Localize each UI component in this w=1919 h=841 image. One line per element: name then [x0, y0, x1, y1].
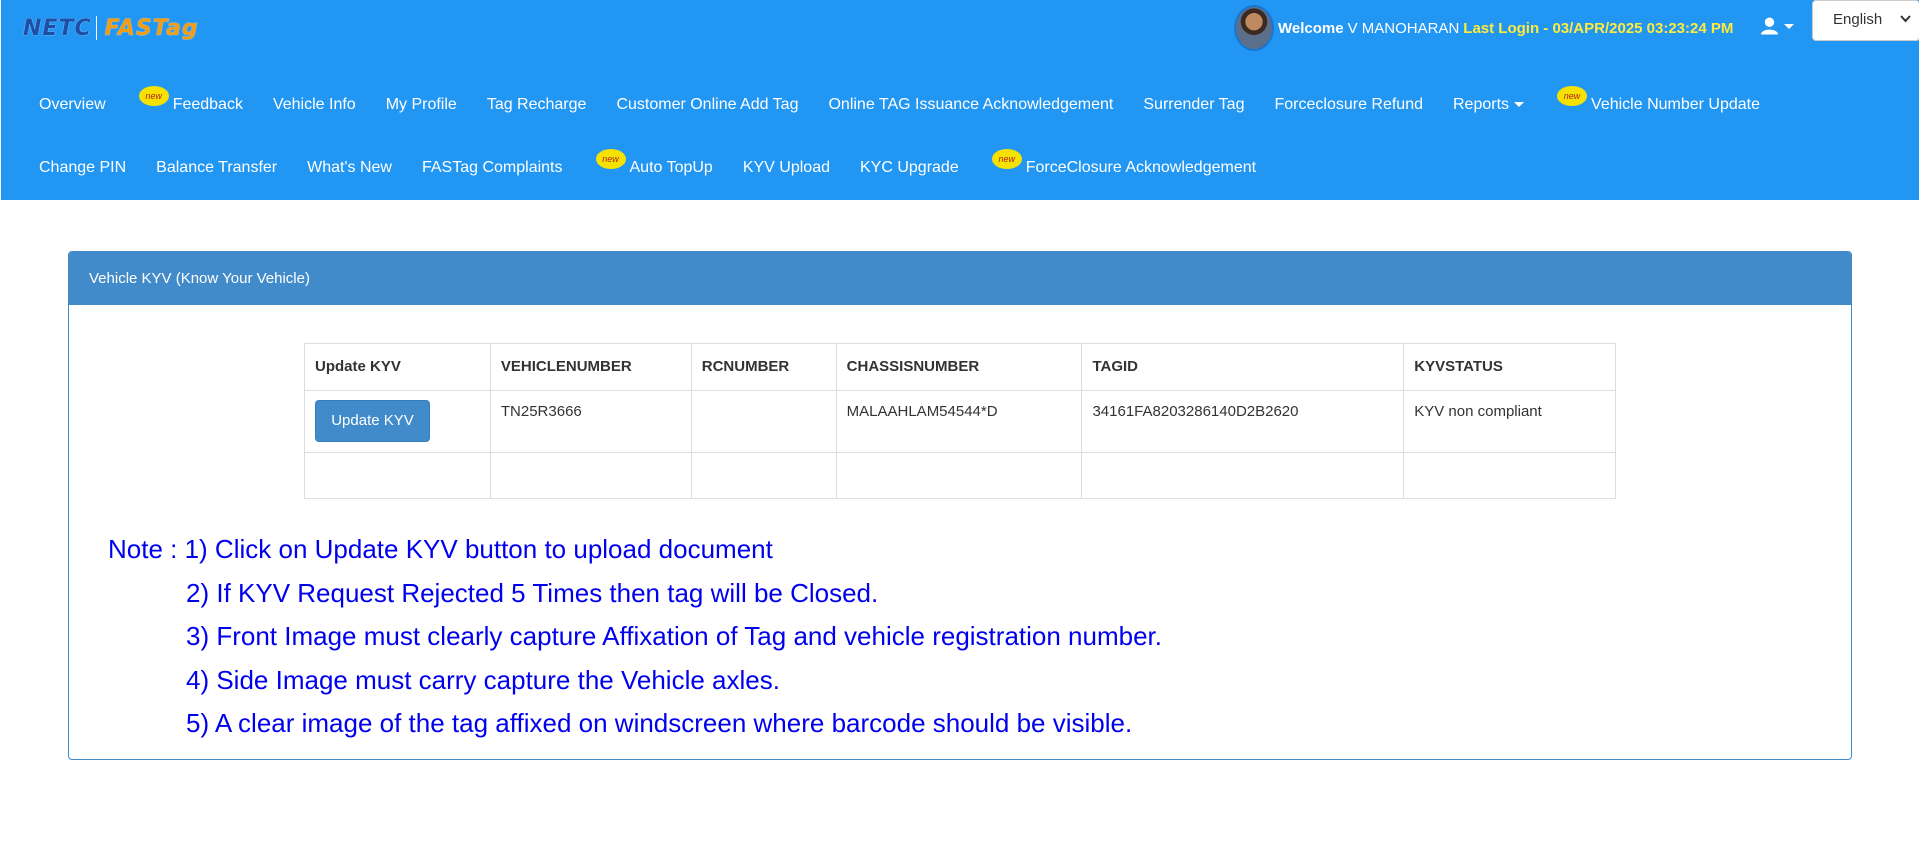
nav-label: Feedback	[172, 96, 243, 113]
cell-rc-number	[690, 390, 837, 453]
avatar	[1234, 5, 1274, 51]
nav-label: KYV Upload	[742, 159, 830, 176]
table-header-row: Update KYV VEHICLENUMBER RCNUMBER CHASSI…	[304, 343, 1616, 391]
last-login: Last Login - 03/APR/2025 03:23:24 PM	[1463, 19, 1734, 37]
cell-tag-id: 34161FA8203286140D2B2620	[1081, 390, 1405, 453]
nav-feedback[interactable]: new Feedback	[121, 86, 258, 118]
nav-label: Reports	[1453, 96, 1510, 113]
nav-label: Vehicle Number Update	[1591, 96, 1761, 113]
new-badge-icon: new	[595, 149, 626, 169]
kyv-table: Update KYV VEHICLENUMBER RCNUMBER CHASSI…	[304, 343, 1616, 499]
col-header-tag-id: TAGID	[1081, 343, 1405, 391]
nav-label: Forceclosure Refund	[1274, 96, 1423, 113]
netc-fastag-logo[interactable]: NETC FASTag	[23, 14, 199, 42]
nav-auto-topup[interactable]: new Auto TopUp	[578, 149, 728, 181]
nav-balance-transfer[interactable]: Balance Transfer	[141, 155, 292, 181]
note-line-3: 3) Front Image must clearly capture Affi…	[186, 621, 1162, 651]
chevron-down-icon	[1514, 102, 1525, 108]
top-navbar: NETC FASTag Welcome V MANOHARAN Last Log…	[1, 0, 1919, 200]
nav-forceclosure-ack[interactable]: new ForceClosure Acknowledgement	[974, 149, 1271, 181]
new-badge-icon: new	[991, 149, 1022, 169]
col-header-kyv-status: KYVSTATUS	[1403, 343, 1616, 391]
welcome-label: Welcome	[1278, 19, 1344, 37]
kyv-notes: Note : 1) Click on Update KYV button to …	[108, 528, 1162, 746]
chevron-down-icon	[1900, 15, 1911, 23]
nav-label: Overview	[39, 96, 106, 113]
nav-forceclosure-refund[interactable]: Forceclosure Refund	[1259, 92, 1438, 118]
nav-kyv-upload[interactable]: KYV Upload	[728, 155, 845, 181]
nav-reports-dropdown[interactable]: Reports	[1438, 92, 1539, 118]
user-icon	[1760, 17, 1779, 35]
nav-label: Balance Transfer	[156, 159, 278, 176]
col-header-update-kyv: Update KYV	[304, 343, 491, 391]
nav-vehicle-number-update[interactable]: new Vehicle Number Update	[1539, 86, 1775, 118]
nav-label: Tag Recharge	[486, 96, 587, 113]
netc-logo: NETC	[23, 15, 92, 41]
table-row: Update KYV TN25R3666 MALAAHLAM54544*D 34…	[304, 390, 1616, 453]
table-row-empty	[304, 452, 1616, 499]
nav-label: Surrender Tag	[1143, 96, 1245, 113]
cell-update-kyv: Update KYV	[304, 390, 491, 453]
nav-label: Online TAG Issuance Acknowledgement	[828, 96, 1114, 113]
nav-label: What's New	[307, 159, 392, 176]
fastag-logo: FASTag	[104, 15, 199, 41]
cell-kyv-status: KYV non compliant	[1403, 390, 1616, 453]
nav-fastag-complaints[interactable]: FASTag Complaints	[407, 155, 578, 181]
note-line-1: Note : 1) Click on Update KYV button to …	[108, 534, 773, 564]
nav-online-tag-issuance-ack[interactable]: Online TAG Issuance Acknowledgement	[813, 92, 1128, 118]
language-select[interactable]: English	[1812, 0, 1919, 41]
cell-chassis-number: MALAAHLAM54544*D	[835, 390, 1083, 453]
user-name: V MANOHARAN	[1347, 19, 1460, 37]
nav-tag-recharge[interactable]: Tag Recharge	[472, 92, 602, 118]
col-header-rc-number: RCNUMBER	[690, 343, 837, 391]
nav-label: KYC Upgrade	[860, 159, 959, 176]
logo-divider	[95, 16, 97, 40]
col-header-vehicle-number: VEHICLENUMBER	[489, 343, 692, 391]
cell-vehicle-number: TN25R3666	[489, 390, 692, 453]
nav-label: ForceClosure Acknowledgement	[1025, 159, 1257, 176]
col-header-chassis-number: CHASSISNUMBER	[835, 343, 1083, 391]
nav-change-pin[interactable]: Change PIN	[24, 155, 141, 181]
nav-customer-online-add-tag[interactable]: Customer Online Add Tag	[601, 92, 813, 118]
new-badge-icon: new	[138, 86, 169, 106]
nav-kyc-upgrade[interactable]: KYC Upgrade	[845, 155, 974, 181]
nav-label: Customer Online Add Tag	[616, 96, 799, 113]
nav-row-primary: Overview new Feedback Vehicle Info My Pro…	[24, 86, 1775, 118]
note-line-4: 4) Side Image must carry capture the Veh…	[186, 664, 780, 695]
nav-vehicle-info[interactable]: Vehicle Info	[258, 92, 371, 118]
nav-label: Auto TopUp	[629, 159, 713, 176]
nav-whats-new[interactable]: What's New	[292, 155, 407, 181]
nav-label: My Profile	[385, 96, 457, 113]
language-value: English	[1833, 11, 1883, 28]
nav-label: Change PIN	[39, 159, 127, 176]
nav-overview[interactable]: Overview	[24, 92, 121, 118]
chevron-down-icon	[1784, 23, 1794, 29]
nav-label: Vehicle Info	[272, 96, 356, 113]
update-kyv-button[interactable]: Update KYV	[315, 400, 430, 442]
nav-my-profile[interactable]: My Profile	[371, 92, 472, 118]
panel-title: Vehicle KYV (Know Your Vehicle)	[69, 252, 1851, 305]
note-line-5: 5) A clear image of the tag affixed on w…	[186, 708, 1133, 738]
nav-surrender-tag[interactable]: Surrender Tag	[1128, 92, 1259, 118]
nav-row-secondary: Change PIN Balance Transfer What's New F…	[24, 149, 1271, 181]
note-line-2: 2) If KYV Request Rejected 5 Times then …	[186, 577, 879, 608]
new-badge-icon: new	[1557, 86, 1588, 106]
nav-label: FASTag Complaints	[421, 159, 563, 176]
kyv-panel: Vehicle KYV (Know Your Vehicle) Update K…	[68, 251, 1852, 760]
user-menu-dropdown[interactable]	[1760, 14, 1794, 38]
user-welcome-area: Welcome V MANOHARAN Last Login - 03/APR/…	[1234, 5, 1734, 51]
